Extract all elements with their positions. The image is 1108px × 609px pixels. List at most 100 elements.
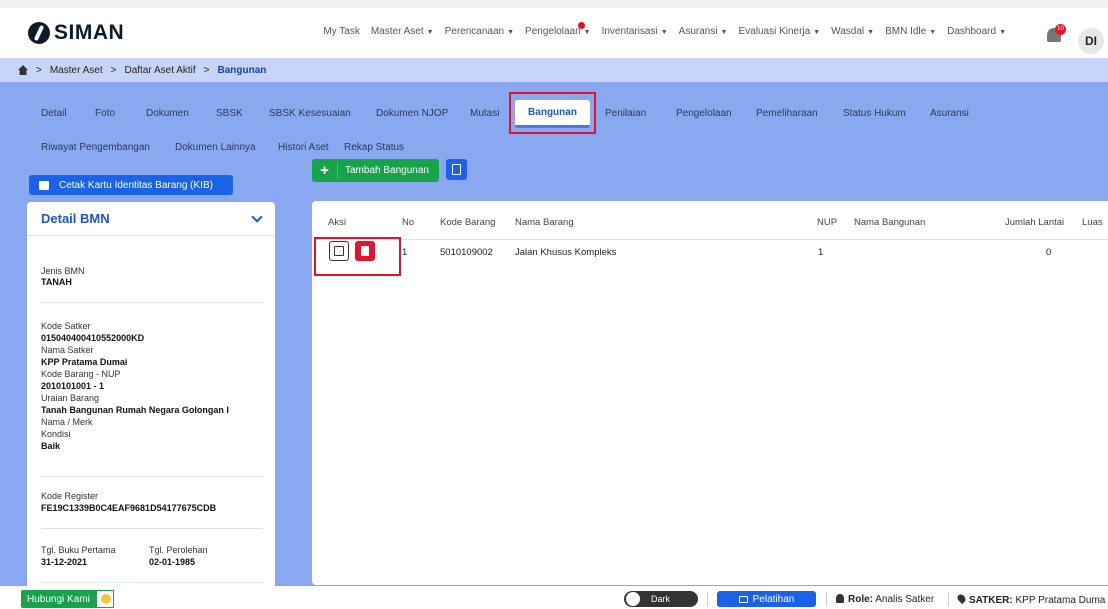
monitor-icon bbox=[738, 595, 748, 603]
menu-evaluasi-kinerja[interactable]: Evaluasi Kinerja ▼ bbox=[739, 26, 821, 37]
divider bbox=[707, 592, 708, 606]
menu-label: Perencanaan bbox=[444, 26, 505, 37]
divider bbox=[826, 592, 827, 606]
column-header-luas: Luas bbox=[1082, 217, 1103, 228]
menu-pengelolaan[interactable]: Pengelolaan ▼ bbox=[525, 22, 591, 37]
kode-satker-label: Kode Satker bbox=[41, 321, 91, 331]
tab-mutasi[interactable]: Mutasi bbox=[470, 108, 499, 119]
dark-mode-label: Dark bbox=[651, 594, 671, 604]
menu-label: My Task bbox=[323, 26, 360, 37]
divider bbox=[41, 582, 263, 583]
location-pin-icon bbox=[955, 592, 968, 605]
detail-bmn-panel: Detail BMN Jenis BMN TANAH Kode Satker 0… bbox=[27, 202, 275, 597]
cetak-kib-label: Cetak Kartu Identitas Barang (KIB) bbox=[59, 179, 213, 191]
kondisi-label: Kondisi bbox=[41, 429, 71, 439]
printer-icon bbox=[39, 180, 49, 190]
menu-wasdal[interactable]: Wasdal ▼ bbox=[831, 26, 874, 37]
tgl-buku-label: Tgl. Buku Pertama bbox=[41, 545, 116, 555]
dark-mode-toggle[interactable]: Dark bbox=[624, 591, 698, 607]
hubungi-kami-button[interactable]: Hubungi Kami bbox=[21, 590, 114, 608]
cell-no: 1 bbox=[402, 247, 408, 258]
uraian-barang-value: Tanah Bangunan Rumah Negara Golongan I bbox=[41, 405, 229, 415]
tab-asuransi[interactable]: Asuransi bbox=[930, 108, 969, 119]
tambah-bangunan-button[interactable]: + Tambah Bangunan bbox=[312, 159, 439, 182]
satker-label: SATKER: bbox=[969, 595, 1013, 606]
tab-pemeliharaan[interactable]: Pemeliharaan bbox=[756, 108, 818, 119]
column-header-kode-barang: Kode Barang bbox=[440, 217, 496, 228]
menu-master-aset[interactable]: Master Aset ▼ bbox=[371, 26, 434, 37]
chevron-down-icon[interactable] bbox=[251, 210, 263, 223]
siman-logo[interactable]: SIMAN bbox=[28, 21, 124, 45]
nama-merk-label: Nama / Merk bbox=[41, 417, 93, 427]
menu-dashboard[interactable]: Dashboard ▼ bbox=[947, 26, 1006, 37]
caret-down-icon: ▼ bbox=[507, 29, 515, 36]
breadcrumb-master-aset[interactable]: Master Aset bbox=[50, 65, 103, 76]
pelatihan-button[interactable]: Pelatihan bbox=[717, 591, 816, 607]
cetak-kib-button[interactable]: Cetak Kartu Identitas Barang (KIB) bbox=[29, 175, 233, 195]
breadcrumb-separator: > bbox=[110, 64, 117, 76]
menu-label: Dashboard bbox=[947, 26, 997, 37]
cell-nama-barang: Jalan Khusus Kompleks bbox=[515, 247, 617, 258]
tab-rekap-status[interactable]: Rekap Status bbox=[344, 142, 404, 153]
bell-icon[interactable]: 10 bbox=[1045, 24, 1066, 42]
tab-pengelolaan[interactable]: Pengelolaan bbox=[676, 108, 732, 119]
column-header-nama-bangunan: Nama Bangunan bbox=[854, 217, 926, 228]
tab-penilaian[interactable]: Penilaian bbox=[605, 108, 646, 119]
breadcrumb-separator: > bbox=[203, 64, 210, 76]
column-header-nama-barang: Nama Barang bbox=[515, 217, 574, 228]
satker-value: KPP Pratama Duma bbox=[1015, 595, 1106, 606]
tab-dokumen[interactable]: Dokumen bbox=[146, 108, 189, 119]
column-header-jumlah-lantai: Jumlah Lantai bbox=[1005, 217, 1065, 228]
role-value: Analis Satker bbox=[875, 594, 935, 605]
kode-barang-value: 2010101001 - 1 bbox=[41, 381, 105, 391]
tab-sbsk-kesesuaian[interactable]: SBSK Kesesuaian bbox=[269, 108, 351, 119]
menu-perencanaan[interactable]: Perencanaan ▼ bbox=[445, 26, 514, 37]
caret-down-icon: ▼ bbox=[999, 29, 1006, 36]
tab-sbsk[interactable]: SBSK bbox=[216, 108, 243, 119]
avatar[interactable]: DI bbox=[1078, 28, 1104, 54]
tab-dokumen-lainnya[interactable]: Dokumen Lainnya bbox=[175, 142, 256, 153]
kode-register-label: Kode Register bbox=[41, 491, 99, 501]
tab-dokumen-njop[interactable]: Dokumen NJOP bbox=[376, 108, 448, 119]
tab-status-hukum[interactable]: Status Hukum bbox=[843, 108, 906, 119]
menu-inventarisasi[interactable]: Inventarisasi ▼ bbox=[602, 26, 668, 37]
kondisi-value: Baik bbox=[41, 441, 61, 451]
uraian-barang-label: Uraian Barang bbox=[41, 393, 100, 403]
breadcrumb-current: Bangunan bbox=[217, 64, 267, 76]
main-menu: My Task Master Aset ▼ Perencanaan ▼ Pengel… bbox=[323, 22, 1006, 37]
tab-histori-aset[interactable]: Histori Aset bbox=[278, 142, 329, 153]
menu-label: BMN Idle bbox=[885, 26, 927, 37]
nama-satker-value: KPP Pratama Dumai bbox=[41, 357, 128, 367]
menu-label: Inventarisasi bbox=[601, 26, 658, 37]
export-excel-button[interactable] bbox=[446, 159, 467, 180]
kode-barang-label: Kode Barang - NUP bbox=[41, 369, 121, 379]
menu-bmn-idle[interactable]: BMN Idle ▼ bbox=[885, 26, 936, 37]
edit-icon bbox=[334, 246, 344, 256]
notification-badge: 10 bbox=[1055, 24, 1066, 35]
menu-label: Master Aset bbox=[370, 26, 424, 37]
tab-bangunan[interactable]: Bangunan bbox=[515, 100, 590, 128]
pelatihan-label: Pelatihan bbox=[752, 593, 795, 605]
menu-my-task[interactable]: My Task bbox=[323, 26, 360, 37]
detail-bmn-header[interactable]: Detail BMN bbox=[27, 202, 275, 236]
caret-down-icon: ▼ bbox=[720, 29, 728, 36]
tab-detail[interactable]: Detail bbox=[41, 108, 67, 119]
cell-nup: 1 bbox=[818, 247, 824, 258]
home-icon[interactable] bbox=[18, 65, 28, 75]
caret-down-icon: ▼ bbox=[813, 29, 821, 36]
breadcrumb-daftar-aset-aktif[interactable]: Daftar Aset Aktif bbox=[125, 65, 196, 76]
tgl-perolehan-value: 02-01-1985 bbox=[149, 557, 196, 567]
tab-foto[interactable]: Foto bbox=[95, 108, 115, 119]
edit-button[interactable] bbox=[329, 241, 349, 261]
tab-riwayat-pengembangan[interactable]: Riwayat Pengembangan bbox=[41, 142, 150, 153]
divider bbox=[41, 528, 263, 529]
role-info: Role: Analis Satker bbox=[836, 594, 934, 605]
menu-asuransi[interactable]: Asuransi ▼ bbox=[679, 26, 728, 37]
column-header-no: No bbox=[402, 217, 415, 228]
delete-button[interactable] bbox=[355, 241, 375, 261]
detail-bmn-title: Detail BMN bbox=[41, 211, 110, 226]
column-header-aksi: Aksi bbox=[328, 217, 346, 228]
bangunan-table: Aksi No Kode Barang Nama Barang NUP Nama… bbox=[312, 201, 1108, 585]
tgl-perolehan-label: Tgl. Perolehan bbox=[149, 545, 208, 555]
breadcrumb: > Master Aset > Daftar Aset Aktif > Bang… bbox=[0, 58, 1108, 82]
